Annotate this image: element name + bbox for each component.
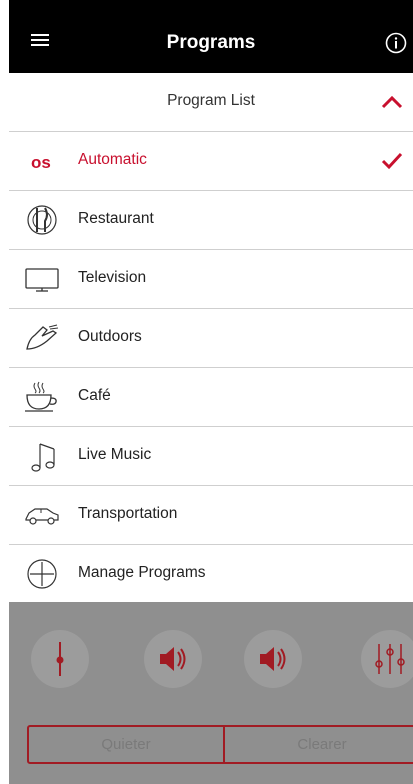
music-note-icon — [31, 443, 55, 472]
svg-text:os: os — [31, 153, 51, 172]
television-icon — [25, 268, 59, 292]
coffee-cup-icon — [25, 381, 57, 412]
program-item-outdoors[interactable]: Outdoors — [9, 309, 413, 368]
speaker-icon — [260, 647, 286, 671]
program-list-header[interactable]: Program List — [9, 73, 413, 132]
page-title: Programs — [166, 32, 256, 53]
quieter-clearer-toggle: Quieter Clearer — [27, 725, 413, 764]
dimmed-background[interactable]: Quieter Clearer — [9, 602, 413, 784]
quieter-button: Quieter — [101, 736, 151, 753]
program-label: Automatic — [78, 151, 147, 168]
program-label: Transportation — [78, 505, 178, 522]
program-list-title: Program List — [167, 92, 255, 109]
automatic-os-icon: os — [31, 153, 51, 172]
plate-cutlery-icon — [27, 205, 57, 235]
chevron-up-icon[interactable] — [381, 92, 403, 112]
equalizer-control — [361, 630, 413, 688]
checkmark-icon — [381, 152, 403, 170]
program-item-restaurant[interactable]: Restaurant — [9, 191, 413, 250]
volume-control-1 — [144, 630, 202, 688]
top-bar: Programs — [9, 0, 413, 73]
plus-circle-icon — [27, 559, 57, 589]
program-label: Television — [78, 269, 147, 286]
tuning-control — [31, 630, 89, 688]
program-label: Live Music — [78, 446, 152, 463]
slider-knob-icon — [56, 642, 64, 676]
program-item-live-music[interactable]: Live Music — [9, 427, 413, 486]
program-item-television[interactable]: Television — [9, 250, 413, 309]
program-item-transportation[interactable]: Transportation — [9, 486, 413, 545]
program-item-manage-programs[interactable]: Manage Programs — [9, 545, 413, 604]
program-item-automatic[interactable]: os Automatic — [9, 132, 413, 191]
program-label: Outdoors — [78, 328, 142, 345]
volume-control-2 — [244, 630, 302, 688]
program-label: Restaurant — [78, 210, 154, 227]
clearer-button: Clearer — [297, 736, 347, 753]
program-label: Manage Programs — [78, 564, 206, 581]
program-label: Café — [78, 387, 111, 404]
car-icon — [25, 508, 59, 525]
equalizer-icon — [375, 644, 405, 674]
sneaker-icon — [26, 324, 59, 350]
program-item-cafe[interactable]: Café — [9, 368, 413, 427]
speaker-icon — [160, 647, 186, 671]
app-frame: Programs Program List os Automatic Resta… — [9, 0, 413, 784]
info-icon[interactable] — [385, 32, 407, 54]
